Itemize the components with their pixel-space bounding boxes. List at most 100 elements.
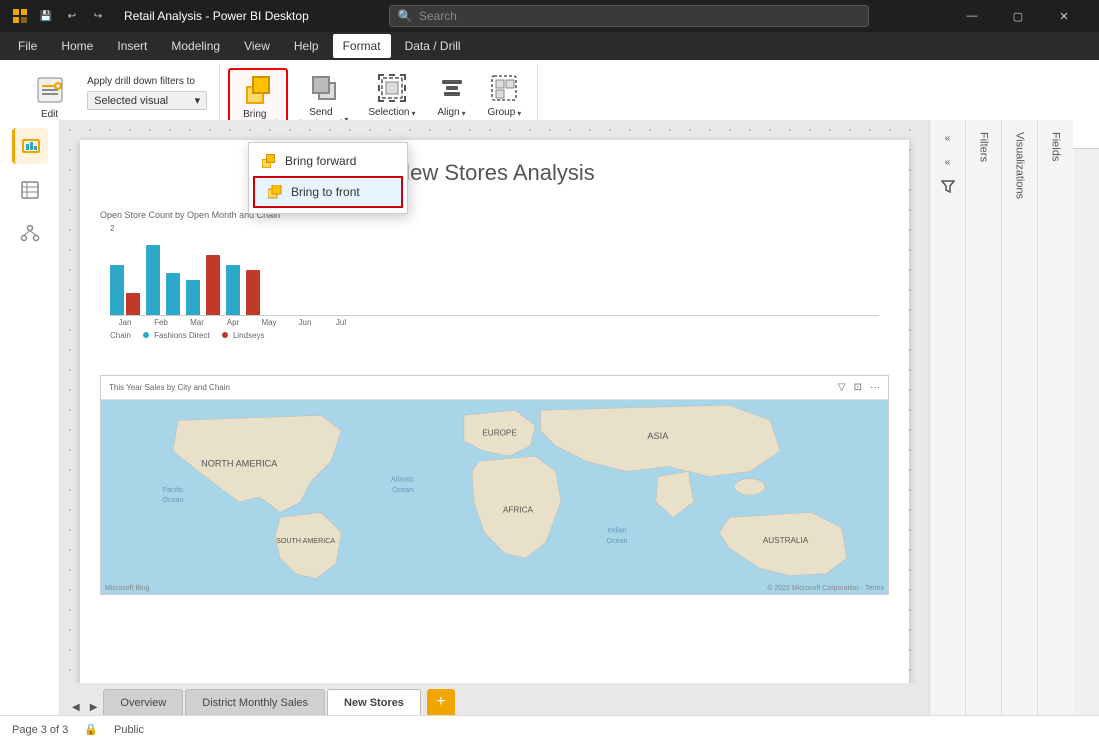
x-label-apr: Apr [218, 318, 248, 327]
map-footer-left: Microsoft Bing [105, 585, 149, 592]
legend-fashions-dot [143, 332, 149, 338]
menu-data-drill[interactable]: Data / Drill [395, 34, 471, 58]
status-bar: Page 3 of 3 🔒 Public [0, 715, 1099, 743]
dropdown-value: Selected visual [94, 95, 168, 107]
overview-tab-label: Overview [120, 697, 166, 709]
menu-insert[interactable]: Insert [107, 34, 157, 58]
bring-forward-dropdown-icon [261, 153, 277, 169]
africa-label: AFRICA [503, 505, 533, 514]
x-label-jun: Jun [290, 318, 320, 327]
title-bar: 💾 ↩ ↪ Retail Analysis - Power BI Desktop… [0, 0, 1099, 32]
svg-text:Ocean: Ocean [162, 496, 183, 504]
undo-icon[interactable]: ↩ [64, 8, 80, 24]
minimize-button[interactable]: — [949, 0, 995, 32]
page-tabs: ◀ ▶ Overview District Monthly Sales New … [60, 683, 929, 715]
map-body: NORTH AMERICA SOUTH AMERICA EUROPE AFRIC… [101, 400, 888, 594]
add-page-button[interactable]: + [427, 689, 455, 715]
x-label-jan: Jan [110, 318, 140, 327]
group-button[interactable]: Group ▾ [480, 68, 530, 123]
sidebar-report-icon[interactable] [12, 128, 48, 164]
visibility-label: Public [114, 724, 144, 736]
menu-home[interactable]: Home [51, 34, 103, 58]
bring-forward-dropdown-item[interactable]: Bring forward [249, 147, 407, 175]
svg-text:Ocean: Ocean [607, 537, 628, 545]
bar-feb-teal [146, 245, 160, 315]
new-stores-tab-label: New Stores [344, 697, 404, 709]
district-monthly-tab-label: District Monthly Sales [202, 697, 308, 709]
visibility-icon: 🔒 [84, 723, 98, 736]
window-controls: — ▢ ✕ [949, 0, 1087, 32]
maximize-button[interactable]: ▢ [995, 0, 1041, 32]
legend-fashions-item: Fashions Direct [143, 331, 210, 340]
menu-view[interactable]: View [234, 34, 280, 58]
map-footer-right: © 2022 Microsoft Corporation · Terms [767, 585, 884, 592]
legend-lindseys-label: Lindseys [233, 331, 265, 340]
close-button[interactable]: ✕ [1041, 0, 1087, 32]
collapse-left-arrow[interactable]: « [938, 128, 958, 148]
map-more-icon[interactable]: ··· [870, 382, 880, 393]
bar-mar-teal [166, 273, 180, 315]
bar-group-apr [186, 280, 200, 315]
bring-to-front-dropdown-label: Bring to front [291, 185, 360, 199]
filters-label: Filters [978, 132, 990, 162]
drill-filters-label: Apply drill down filters to [87, 76, 207, 87]
legend-fashions-label: Fashions Direct [154, 331, 210, 340]
menu-file[interactable]: File [8, 34, 47, 58]
save-icon[interactable]: 💾 [38, 8, 54, 24]
legend-chain-label: Chain [110, 331, 131, 340]
overview-tab[interactable]: Overview [103, 689, 183, 715]
bar-group-jun [226, 265, 240, 315]
sidebar-model-icon[interactable] [12, 216, 48, 252]
filter-panel-icon[interactable] [938, 176, 958, 196]
group-dropdown-arrow: ▾ [517, 109, 521, 118]
bring-forward-icon [242, 74, 274, 106]
selected-visual-dropdown[interactable]: Selected visual ▾ [87, 91, 207, 110]
legend-lindseys-item: Lindseys [222, 331, 265, 340]
group-label: Group [488, 107, 516, 119]
bring-to-front-dropdown-icon [267, 184, 283, 200]
pacific-ocean-label: Pacific [162, 486, 183, 494]
main-canvas: New Stores Analysis Open Store Count by … [60, 120, 929, 691]
prev-page-button[interactable]: ◀ [68, 700, 84, 715]
district-monthly-tab[interactable]: District Monthly Sales [185, 689, 325, 715]
canvas-page[interactable]: New Stores Analysis Open Store Count by … [80, 140, 909, 691]
canvas-background: New Stores Analysis Open Store Count by … [60, 120, 929, 691]
x-label-feb: Feb [146, 318, 176, 327]
europe-label: EUROPE [482, 429, 517, 438]
edit-interactions-icon [34, 74, 66, 106]
map-expand-icon[interactable]: ⊡ [854, 382, 862, 393]
next-page-button[interactable]: ▶ [86, 700, 102, 715]
map-toolbar: This Year Sales by City and Chain ▽ ⊡ ··… [101, 376, 888, 400]
page-info: Page 3 of 3 [12, 724, 68, 736]
menu-format[interactable]: Format [333, 34, 391, 58]
bar-chart[interactable]: Open Store Count by Open Month and Chain… [100, 210, 889, 350]
sidebar-data-icon[interactable] [12, 172, 48, 208]
app-title: Retail Analysis - Power BI Desktop [124, 9, 309, 23]
align-button[interactable]: Align ▾ [428, 68, 476, 123]
map-area[interactable]: This Year Sales by City and Chain ▽ ⊡ ··… [100, 375, 889, 595]
filters-panel-tab[interactable]: Filters [965, 120, 1001, 715]
chart-x-labels: Jan Feb Mar Apr May Jun Jul [100, 316, 889, 327]
x-label-mar: Mar [182, 318, 212, 327]
north-america-label: NORTH AMERICA [201, 458, 278, 468]
map-filter-icon[interactable]: ▽ [838, 382, 846, 393]
bring-to-front-dropdown-item[interactable]: Bring to front [253, 176, 403, 208]
new-stores-tab[interactable]: New Stores [327, 689, 421, 715]
menu-modeling[interactable]: Modeling [161, 34, 230, 58]
menu-help[interactable]: Help [284, 34, 329, 58]
fields-panel-tab[interactable]: Fields [1037, 120, 1073, 715]
page-navigation: ◀ ▶ [68, 700, 101, 715]
align-label: Align [437, 107, 459, 119]
x-label-may: May [254, 318, 284, 327]
visualizations-panel-tab[interactable]: Visualizations [1001, 120, 1037, 715]
chart-legend: Chain Fashions Direct Lindseys [100, 331, 889, 340]
fields-label: Fields [1050, 132, 1062, 161]
selection-button[interactable]: Selection ▾ [360, 68, 423, 123]
bar-jun-teal [226, 265, 240, 315]
south-america-label: SOUTH AMERICA [276, 537, 335, 545]
search-box[interactable]: 🔍 Search [389, 5, 869, 27]
legend-lindseys-dot [222, 332, 228, 338]
collapse-arrow2[interactable]: « [938, 152, 958, 172]
redo-icon[interactable]: ↪ [90, 8, 106, 24]
bar-may-red [206, 255, 220, 315]
